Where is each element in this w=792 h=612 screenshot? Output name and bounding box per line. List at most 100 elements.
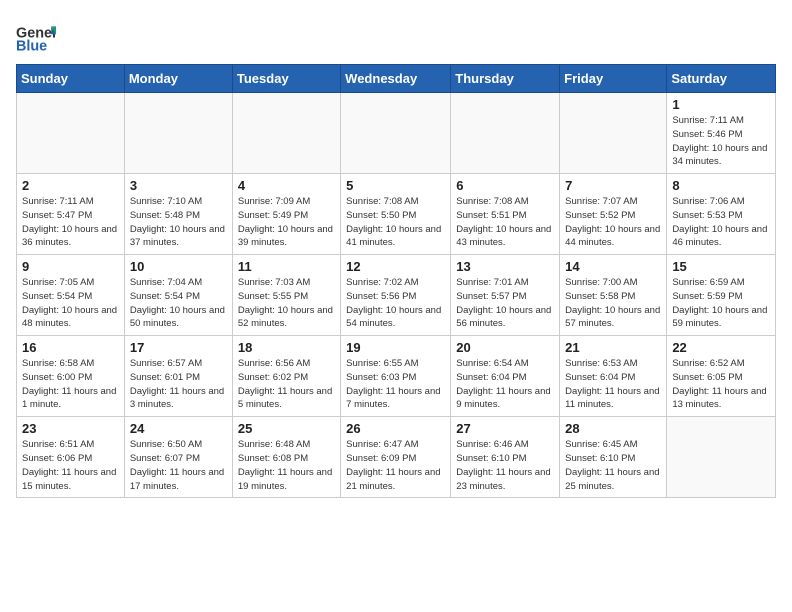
day-info: Sunrise: 6:51 AM Sunset: 6:06 PM Dayligh… xyxy=(22,438,119,493)
day-number: 15 xyxy=(672,259,770,274)
day-info: Sunrise: 6:50 AM Sunset: 6:07 PM Dayligh… xyxy=(130,438,227,493)
day-number: 21 xyxy=(565,340,661,355)
day-info: Sunrise: 6:56 AM Sunset: 6:02 PM Dayligh… xyxy=(238,357,335,412)
day-number: 2 xyxy=(22,178,119,193)
day-info: Sunrise: 7:04 AM Sunset: 5:54 PM Dayligh… xyxy=(130,276,227,331)
day-number: 8 xyxy=(672,178,770,193)
calendar-cell: 25 Sunrise: 6:48 AM Sunset: 6:08 PM Dayli… xyxy=(232,417,340,498)
calendar-cell xyxy=(341,93,451,174)
calendar-cell xyxy=(560,93,667,174)
weekday-header-saturday: Saturday xyxy=(667,65,776,93)
calendar-cell: 20 Sunrise: 6:54 AM Sunset: 6:04 PM Dayli… xyxy=(451,336,560,417)
day-info: Sunrise: 6:54 AM Sunset: 6:04 PM Dayligh… xyxy=(456,357,554,412)
day-info: Sunrise: 7:08 AM Sunset: 5:50 PM Dayligh… xyxy=(346,195,445,250)
day-info: Sunrise: 7:11 AM Sunset: 5:47 PM Dayligh… xyxy=(22,195,119,250)
page-header: General Blue xyxy=(16,16,776,56)
calendar-week-row-2: 2 Sunrise: 7:11 AM Sunset: 5:47 PM Daylig… xyxy=(17,174,776,255)
calendar-cell: 13 Sunrise: 7:01 AM Sunset: 5:57 PM Dayli… xyxy=(451,255,560,336)
day-number: 10 xyxy=(130,259,227,274)
weekday-header-friday: Friday xyxy=(560,65,667,93)
calendar-cell xyxy=(232,93,340,174)
day-info: Sunrise: 7:10 AM Sunset: 5:48 PM Dayligh… xyxy=(130,195,227,250)
day-number: 24 xyxy=(130,421,227,436)
calendar-week-row-3: 9 Sunrise: 7:05 AM Sunset: 5:54 PM Daylig… xyxy=(17,255,776,336)
calendar-cell: 5 Sunrise: 7:08 AM Sunset: 5:50 PM Daylig… xyxy=(341,174,451,255)
calendar-cell: 8 Sunrise: 7:06 AM Sunset: 5:53 PM Daylig… xyxy=(667,174,776,255)
calendar-cell: 4 Sunrise: 7:09 AM Sunset: 5:49 PM Daylig… xyxy=(232,174,340,255)
day-info: Sunrise: 7:05 AM Sunset: 5:54 PM Dayligh… xyxy=(22,276,119,331)
day-info: Sunrise: 7:11 AM Sunset: 5:46 PM Dayligh… xyxy=(672,114,770,169)
calendar-cell: 19 Sunrise: 6:55 AM Sunset: 6:03 PM Dayli… xyxy=(341,336,451,417)
calendar-cell: 11Sunrise: 7:03 AM Sunset: 5:55 PM Dayli… xyxy=(232,255,340,336)
day-number: 7 xyxy=(565,178,661,193)
weekday-header-thursday: Thursday xyxy=(451,65,560,93)
calendar-cell: 21 Sunrise: 6:53 AM Sunset: 6:04 PM Dayli… xyxy=(560,336,667,417)
calendar-week-row-1: 1 Sunrise: 7:11 AM Sunset: 5:46 PM Daylig… xyxy=(17,93,776,174)
day-number: 6 xyxy=(456,178,554,193)
calendar-cell xyxy=(451,93,560,174)
weekday-header-monday: Monday xyxy=(124,65,232,93)
day-number: 4 xyxy=(238,178,335,193)
day-info: Sunrise: 7:06 AM Sunset: 5:53 PM Dayligh… xyxy=(672,195,770,250)
day-number: 26 xyxy=(346,421,445,436)
day-info: Sunrise: 7:08 AM Sunset: 5:51 PM Dayligh… xyxy=(456,195,554,250)
calendar-cell: 22 Sunrise: 6:52 AM Sunset: 6:05 PM Dayli… xyxy=(667,336,776,417)
day-number: 27 xyxy=(456,421,554,436)
day-info: Sunrise: 6:45 AM Sunset: 6:10 PM Dayligh… xyxy=(565,438,661,493)
day-info: Sunrise: 6:55 AM Sunset: 6:03 PM Dayligh… xyxy=(346,357,445,412)
svg-text:Blue: Blue xyxy=(16,38,47,54)
day-info: Sunrise: 7:02 AM Sunset: 5:56 PM Dayligh… xyxy=(346,276,445,331)
day-number: 3 xyxy=(130,178,227,193)
calendar-cell: 18 Sunrise: 6:56 AM Sunset: 6:02 PM Dayli… xyxy=(232,336,340,417)
day-number: 12 xyxy=(346,259,445,274)
calendar-cell: 6 Sunrise: 7:08 AM Sunset: 5:51 PM Daylig… xyxy=(451,174,560,255)
day-number: 9 xyxy=(22,259,119,274)
calendar-cell: 26 Sunrise: 6:47 AM Sunset: 6:09 PM Dayli… xyxy=(341,417,451,498)
logo: General Blue xyxy=(16,16,56,56)
calendar-cell xyxy=(17,93,125,174)
day-info: Sunrise: 6:52 AM Sunset: 6:05 PM Dayligh… xyxy=(672,357,770,412)
day-number: 1 xyxy=(672,97,770,112)
day-number: 17 xyxy=(130,340,227,355)
day-number: 11 xyxy=(238,259,335,274)
calendar-cell: 10 Sunrise: 7:04 AM Sunset: 5:54 PM Dayli… xyxy=(124,255,232,336)
calendar-cell: 23 Sunrise: 6:51 AM Sunset: 6:06 PM Dayli… xyxy=(17,417,125,498)
calendar-cell: 1 Sunrise: 7:11 AM Sunset: 5:46 PM Daylig… xyxy=(667,93,776,174)
calendar-cell xyxy=(124,93,232,174)
day-number: 19 xyxy=(346,340,445,355)
day-number: 20 xyxy=(456,340,554,355)
logo-icon: General Blue xyxy=(16,16,56,56)
day-info: Sunrise: 6:48 AM Sunset: 6:08 PM Dayligh… xyxy=(238,438,335,493)
calendar-week-row-4: 16 Sunrise: 6:58 AM Sunset: 6:00 PM Dayli… xyxy=(17,336,776,417)
calendar-cell xyxy=(667,417,776,498)
calendar-cell: 14Sunrise: 7:00 AM Sunset: 5:58 PM Dayli… xyxy=(560,255,667,336)
calendar-cell: 12 Sunrise: 7:02 AM Sunset: 5:56 PM Dayli… xyxy=(341,255,451,336)
day-info: Sunrise: 7:07 AM Sunset: 5:52 PM Dayligh… xyxy=(565,195,661,250)
day-info: Sunrise: 6:47 AM Sunset: 6:09 PM Dayligh… xyxy=(346,438,445,493)
day-number: 18 xyxy=(238,340,335,355)
calendar-cell: 17 Sunrise: 6:57 AM Sunset: 6:01 PM Dayli… xyxy=(124,336,232,417)
day-info: Sunrise: 6:57 AM Sunset: 6:01 PM Dayligh… xyxy=(130,357,227,412)
day-number: 23 xyxy=(22,421,119,436)
day-info: Sunrise: 7:01 AM Sunset: 5:57 PM Dayligh… xyxy=(456,276,554,331)
day-number: 28 xyxy=(565,421,661,436)
calendar-cell: 16 Sunrise: 6:58 AM Sunset: 6:00 PM Dayli… xyxy=(17,336,125,417)
calendar-cell: 7 Sunrise: 7:07 AM Sunset: 5:52 PM Daylig… xyxy=(560,174,667,255)
day-number: 5 xyxy=(346,178,445,193)
calendar-cell: 24 Sunrise: 6:50 AM Sunset: 6:07 PM Dayli… xyxy=(124,417,232,498)
day-info: Sunrise: 6:58 AM Sunset: 6:00 PM Dayligh… xyxy=(22,357,119,412)
weekday-header-wednesday: Wednesday xyxy=(341,65,451,93)
day-info: Sunrise: 7:09 AM Sunset: 5:49 PM Dayligh… xyxy=(238,195,335,250)
day-number: 16 xyxy=(22,340,119,355)
calendar-cell: 3 Sunrise: 7:10 AM Sunset: 5:48 PM Daylig… xyxy=(124,174,232,255)
day-number: 25 xyxy=(238,421,335,436)
calendar-cell: 15Sunrise: 6:59 AM Sunset: 5:59 PM Dayli… xyxy=(667,255,776,336)
calendar-cell: 27Sunrise: 6:46 AM Sunset: 6:10 PM Dayli… xyxy=(451,417,560,498)
day-number: 13 xyxy=(456,259,554,274)
calendar-week-row-5: 23 Sunrise: 6:51 AM Sunset: 6:06 PM Dayli… xyxy=(17,417,776,498)
day-number: 22 xyxy=(672,340,770,355)
calendar-cell: 2 Sunrise: 7:11 AM Sunset: 5:47 PM Daylig… xyxy=(17,174,125,255)
day-info: Sunrise: 6:53 AM Sunset: 6:04 PM Dayligh… xyxy=(565,357,661,412)
weekday-header-row: SundayMondayTuesdayWednesdayThursdayFrid… xyxy=(17,65,776,93)
calendar-cell: 9 Sunrise: 7:05 AM Sunset: 5:54 PM Daylig… xyxy=(17,255,125,336)
